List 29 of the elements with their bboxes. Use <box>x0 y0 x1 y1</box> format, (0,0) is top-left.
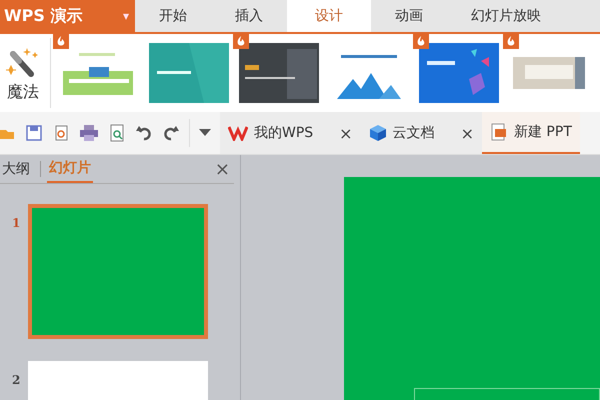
dropdown-arrow-icon[interactable] <box>199 129 211 137</box>
panel-tab[interactable]: 大纲 <box>0 156 32 182</box>
document-tab[interactable]: 我的WPS × <box>220 112 361 154</box>
cube-icon <box>368 124 387 142</box>
document-tab-label: 我的WPS <box>254 124 314 142</box>
close-tab-button[interactable]: × <box>339 124 353 142</box>
redo-icon[interactable] <box>162 124 180 142</box>
print-preview-icon[interactable] <box>108 124 126 142</box>
document-tab-label: 新建 PPT <box>514 123 572 141</box>
document-tab[interactable]: 云文档 × <box>360 112 482 154</box>
close-panel-button[interactable]: × <box>214 158 230 180</box>
print-icon[interactable] <box>79 124 99 142</box>
w-logo-icon <box>228 125 248 141</box>
save-icon[interactable] <box>25 124 43 142</box>
slide-thumbnail[interactable] <box>28 204 208 339</box>
ribbon-tab[interactable]: 动画 <box>371 0 447 32</box>
close-tab-button[interactable]: × <box>460 124 474 142</box>
slide-number: 1 <box>12 216 20 230</box>
undo-icon[interactable] <box>135 124 153 142</box>
app-name: WPS 演示 <box>4 6 82 26</box>
ribbon-tab[interactable]: 设计 <box>287 0 371 32</box>
magic-button[interactable]: 魔法 <box>0 37 46 109</box>
slide-number: 2 <box>12 373 20 387</box>
document-icon <box>490 123 508 141</box>
document-tab-label: 云文档 <box>392 124 435 142</box>
document-tab[interactable]: 新建 PPT <box>482 112 580 154</box>
ribbon-tab[interactable]: 幻灯片放映 <box>447 0 565 32</box>
ribbon-tab[interactable]: 插入 <box>211 0 287 32</box>
ribbon-tab[interactable]: 开始 <box>135 0 211 32</box>
